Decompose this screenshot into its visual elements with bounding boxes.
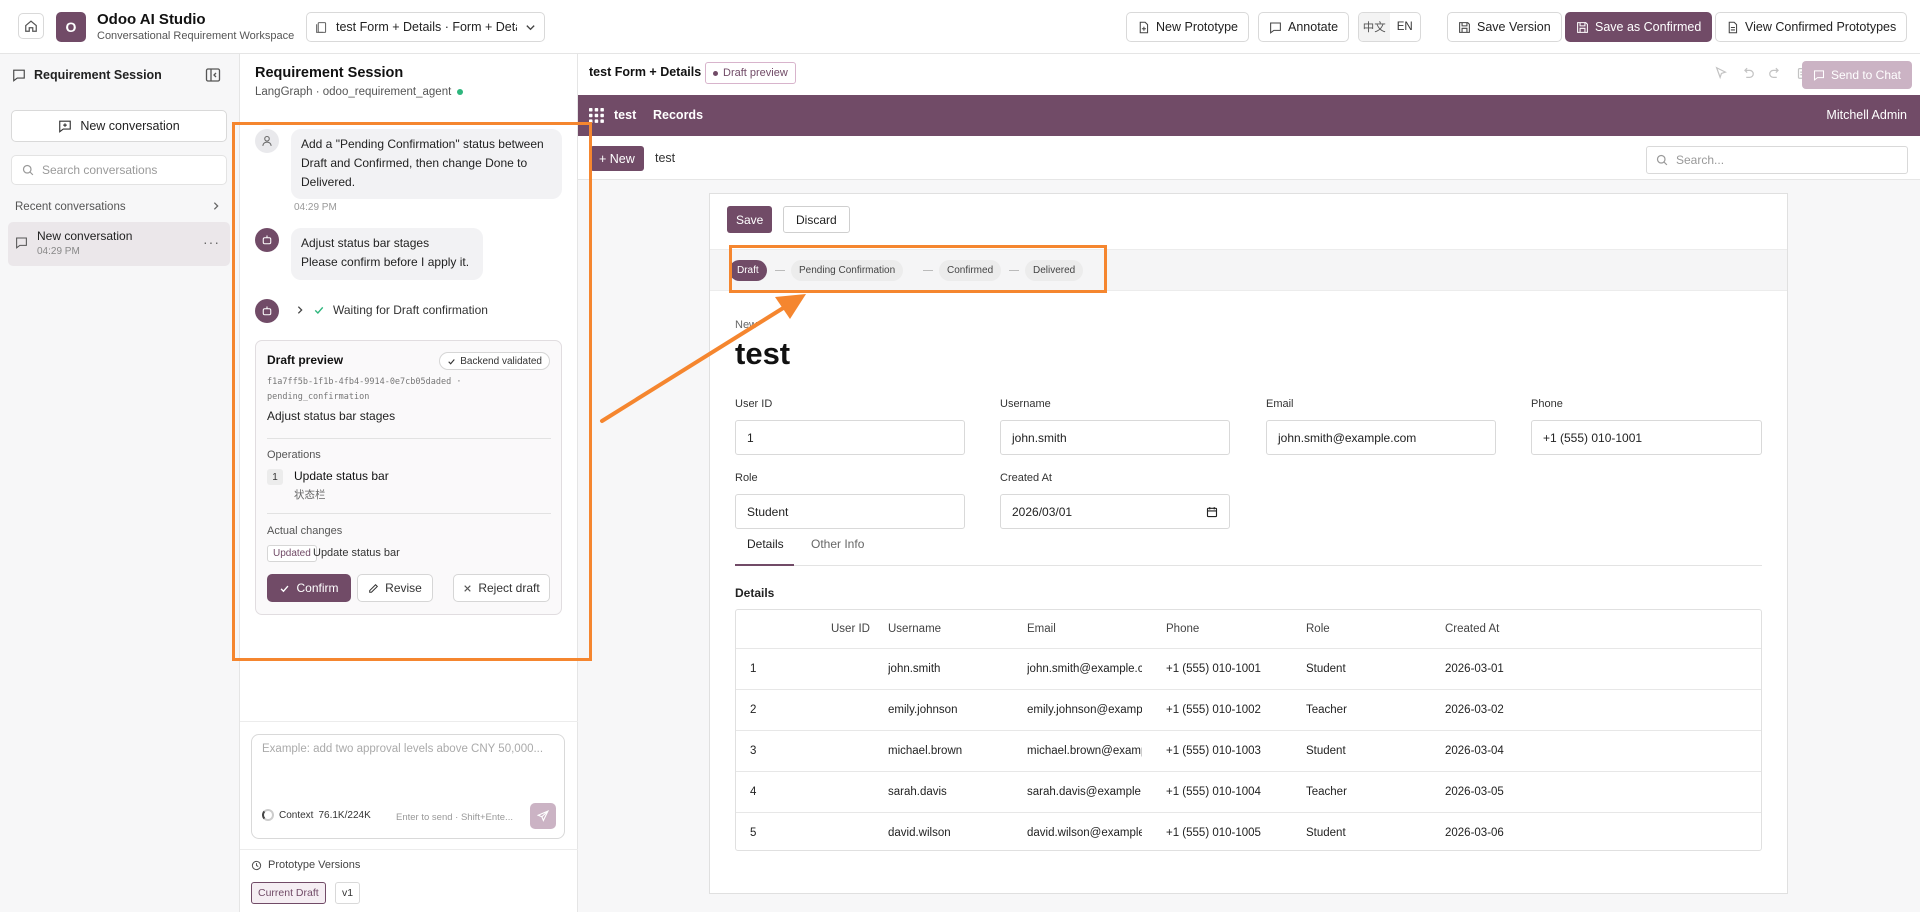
annotation-arrow (600, 294, 806, 423)
